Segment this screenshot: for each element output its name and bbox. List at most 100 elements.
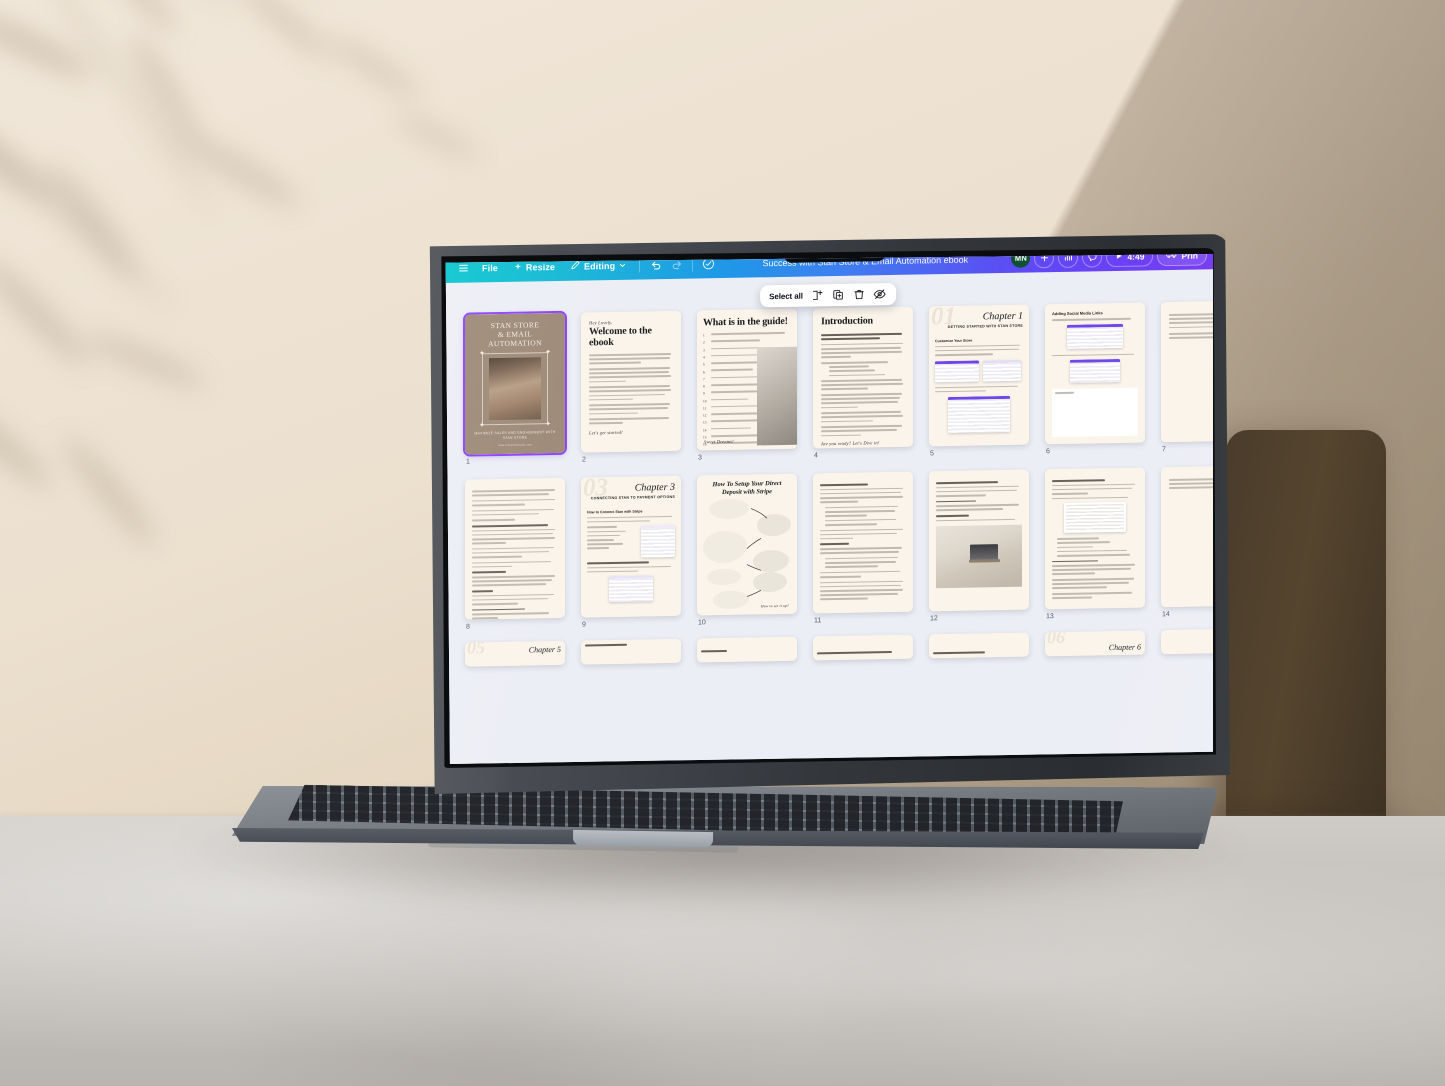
page-number: 1	[466, 458, 470, 466]
page-thumbnail-19[interactable]	[929, 632, 1029, 659]
page-thumbnail-16[interactable]	[581, 638, 681, 665]
comment-bubble-icon[interactable]	[1082, 254, 1103, 268]
page-thumbnail-2[interactable]: Hey Lovely, Welcome to the ebook Let's g…	[581, 310, 681, 453]
page-thumbnail-7[interactable]	[1161, 300, 1213, 443]
page-number: 10	[698, 619, 706, 627]
page6-heading: Adding Social Media Links	[1052, 310, 1103, 317]
page3-signoff: Sweet Dreams!	[704, 438, 734, 445]
cover-url: www.pinkpixelstudio.com	[498, 443, 532, 448]
page-number: 5	[930, 450, 934, 458]
page-thumbnail-20[interactable]: 06 Chapter 6	[1045, 630, 1145, 657]
editing-label: Editing	[584, 260, 616, 271]
select-all-button[interactable]: Select all	[769, 291, 803, 301]
page-thumbnail-8[interactable]	[465, 477, 565, 620]
resize-label: Resize	[525, 261, 556, 273]
page10-heading: How To Setup Your Direct Deposit with St…	[712, 479, 782, 496]
page-thumbnail-5[interactable]: 01 Chapter 1 GETTING STARTED WITH STAN S…	[929, 304, 1029, 447]
page-cell[interactable]: 12	[929, 469, 1029, 623]
page-cell-partial[interactable]	[813, 634, 913, 661]
bar-chart-icon[interactable]	[1058, 254, 1079, 268]
page-cell-partial[interactable]	[929, 632, 1029, 659]
page-grid[interactable]: STAN STORE & EMAIL AUTOMATION ✦ ✦ ✦ ✦ MA…	[446, 269, 1213, 764]
page-number: 4	[814, 452, 818, 460]
page-number: 2	[582, 456, 586, 464]
page9-section: How to Connect Stan with Stripe	[587, 509, 643, 515]
page-cell[interactable]: 8	[465, 477, 565, 631]
page-thumbnail-11[interactable]	[813, 471, 913, 614]
page10-flow-diagram: How to set it up?	[701, 498, 793, 610]
page-thumbnail-6[interactable]: Adding Social Media Links	[1045, 302, 1145, 445]
page5-watermark: 01	[931, 304, 956, 331]
page-thumbnail-15[interactable]: 05 Chapter 5	[465, 640, 565, 667]
page13-screenshot	[1064, 501, 1126, 534]
page-actions-toolbar: Select all	[760, 282, 896, 308]
add-page-icon[interactable]	[810, 288, 824, 302]
page-thumbnail-10[interactable]: How To Setup Your Direct Deposit with St…	[697, 473, 797, 616]
page9-watermark: 03	[583, 475, 608, 502]
page-cell[interactable]: 7	[1161, 300, 1213, 453]
page-cell[interactable]: 03 Chapter 3 CONNECTING STAN TO PAYMENT …	[581, 475, 681, 629]
duplicate-page-icon[interactable]	[831, 288, 845, 302]
delivery-truck-icon	[1166, 254, 1177, 261]
page-thumbnail-3[interactable]: What is in the guide! 1 2 3 4 5 6 7 8 9 …	[697, 308, 797, 451]
page6-white-box	[1052, 387, 1138, 438]
print-button[interactable]: Prin	[1157, 254, 1207, 266]
page-cell-partial[interactable]: 06 Chapter 6	[1045, 630, 1145, 657]
eye-slash-icon[interactable]	[873, 287, 887, 301]
laptop-screen: File Resize Editing Success Email Automa…	[445, 254, 1213, 764]
page-cell[interactable]: How To Setup Your Direct Deposit with St…	[697, 473, 797, 627]
laptop-base	[228, 786, 1218, 858]
page-thumbnail-18[interactable]	[813, 634, 913, 661]
page3-photo	[757, 346, 797, 446]
add-collaborator-button[interactable]	[1034, 254, 1055, 268]
page2-heading: Welcome to the ebook	[589, 325, 652, 349]
cover-frame: ✦ ✦ ✦ ✦	[479, 349, 551, 430]
sparkle-icon	[514, 262, 522, 272]
page-thumbnail-4[interactable]: Introduction Are you ready? Let's Dive i…	[813, 306, 913, 449]
page-cell[interactable]: 11	[813, 471, 913, 625]
page-thumbnail-13[interactable]	[1045, 467, 1145, 610]
page-cell[interactable]: What is in the guide! 1 2 3 4 5 6 7 8 9 …	[697, 308, 797, 462]
page-cell-partial[interactable]	[697, 636, 797, 663]
pencil-icon	[571, 260, 580, 272]
play-triangle-icon	[1115, 254, 1123, 262]
page-number: 7	[1162, 446, 1166, 454]
page-number: 11	[814, 617, 822, 625]
print-label: Prin	[1181, 254, 1198, 261]
laptop-lid: File Resize Editing Success Email Automa…	[425, 234, 1230, 794]
page-cell-partial[interactable]: 05 Chapter 5	[465, 640, 565, 667]
present-button[interactable]: 4:49	[1106, 254, 1154, 267]
page-thumbnail-12[interactable]	[929, 469, 1029, 612]
page-cell[interactable]: Introduction Are you ready? Let's Dive i…	[813, 306, 913, 460]
page-number: 14	[1162, 611, 1170, 619]
page-number: 6	[1046, 448, 1050, 456]
page12-photo	[936, 524, 1022, 589]
product-photo-scene: File Resize Editing Success Email Automa…	[0, 0, 1445, 1086]
page-thumbnail-14[interactable]	[1161, 465, 1213, 608]
cover-photo	[489, 357, 541, 421]
backdrop-board	[1226, 430, 1386, 830]
page-cell-partial[interactable]	[581, 638, 681, 665]
page-thumbnail-17[interactable]	[697, 636, 797, 663]
cover-title-line-3: AUTOMATION	[488, 338, 542, 349]
page-cell-partial[interactable]	[1161, 628, 1213, 655]
file-label: File	[482, 262, 498, 273]
page-cell[interactable]: STAN STORE & EMAIL AUTOMATION ✦ ✦ ✦ ✦ MA…	[465, 312, 565, 466]
page-cell[interactable]: Adding Social Media Links 6	[1045, 302, 1145, 456]
page-thumbnail-1[interactable]: STAN STORE & EMAIL AUTOMATION ✦ ✦ ✦ ✦ MA…	[465, 312, 565, 455]
page4-heading: Introduction	[821, 315, 873, 328]
page-number: 3	[698, 454, 702, 462]
page-thumbnail-9[interactable]: 03 Chapter 3 CONNECTING STAN TO PAYMENT …	[581, 475, 681, 618]
page-thumbnail-21[interactable]	[1161, 628, 1213, 655]
page-cell[interactable]: 14	[1161, 465, 1213, 618]
page-cell[interactable]: 01 Chapter 1 GETTING STARTED WITH STAN S…	[929, 304, 1029, 458]
page2-signoff: Let's get started!	[589, 429, 623, 436]
page-number: 9	[582, 621, 586, 629]
page10-signoff: How to set it up?	[761, 603, 789, 609]
page-cell[interactable]: Hey Lovely, Welcome to the ebook Let's g…	[581, 310, 681, 464]
page-number: 8	[466, 623, 470, 631]
trash-icon[interactable]	[852, 287, 866, 301]
page-cell[interactable]: 13	[1045, 467, 1145, 621]
page5-section: Customize Your Store	[935, 338, 973, 343]
cover-design: STAN STORE & EMAIL AUTOMATION ✦ ✦ ✦ ✦ MA…	[465, 312, 565, 455]
